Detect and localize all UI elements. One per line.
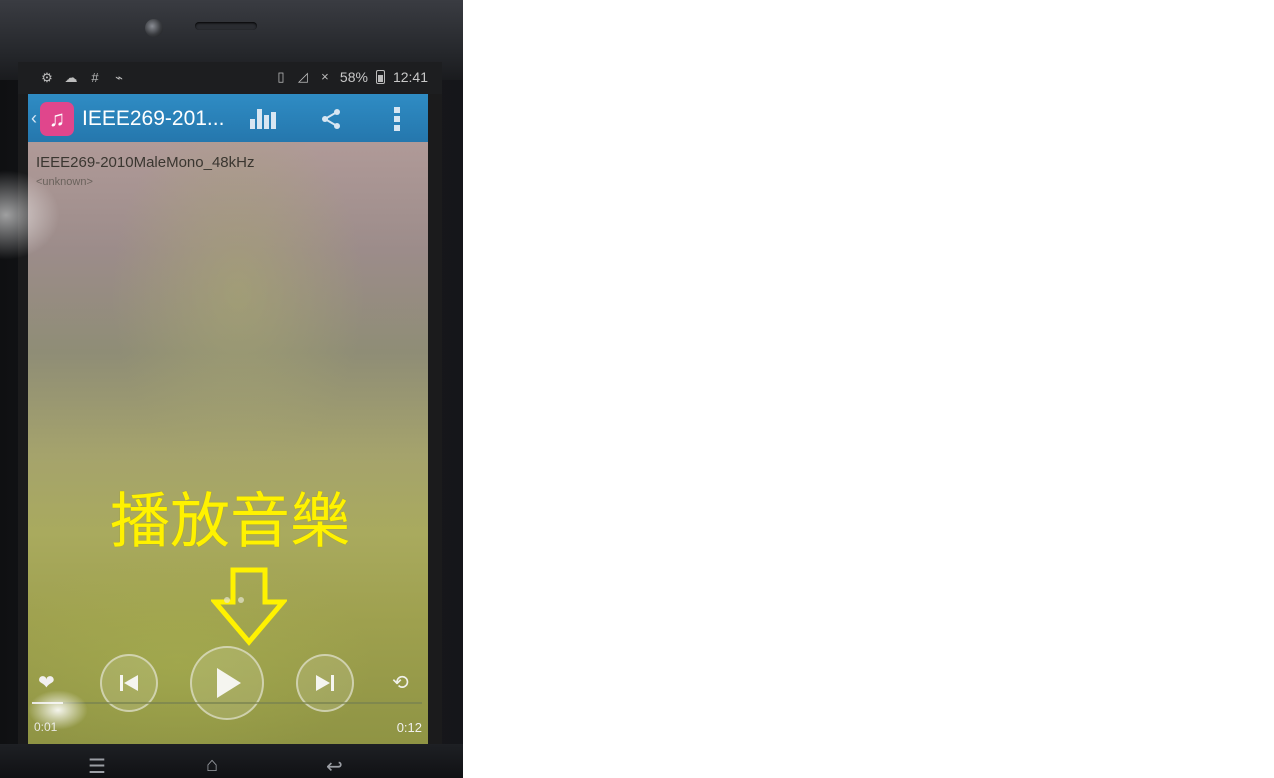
play-icon [217, 668, 241, 698]
overlay-caption: 播放音樂 [110, 487, 350, 557]
track-title: IEEE269-2010MaleMono_48kHz [36, 154, 255, 171]
settings-status-icon: ⚙ [41, 70, 53, 85]
equalizer-icon [250, 109, 276, 129]
skip-previous-icon [120, 675, 138, 691]
page-dot [224, 597, 230, 603]
back-chevron-icon[interactable]: ‹ [31, 108, 37, 129]
down-arrow-annotation-icon [211, 567, 287, 646]
usb-status-icon: ⌁ [115, 70, 123, 85]
music-app-icon[interactable]: ♫ [40, 102, 74, 136]
phone-photo: ⚙ ☁ # ⌁ ▯ ◿ × 58% 12:41 ‹ ♫ IEEE269-201.… [0, 0, 463, 778]
cloud-status-icon: ☁ [64, 70, 78, 85]
play-button[interactable] [190, 646, 264, 720]
earpiece-speaker [195, 22, 257, 30]
navigation-bar: ☰ ⌂ ↩ [0, 744, 463, 778]
share-icon [322, 109, 340, 129]
menu-icon[interactable]: ☰ [88, 754, 106, 778]
playback-controls: ❤ ⟲ [28, 642, 428, 722]
page-dot [238, 597, 244, 603]
front-camera [145, 19, 163, 37]
skip-next-icon [316, 675, 334, 691]
status-bar: ⚙ ☁ # ⌁ ▯ ◿ × 58% 12:41 [18, 62, 442, 94]
hash-status-icon: # [91, 70, 99, 85]
clock: 12:41 [392, 69, 428, 85]
share-button[interactable] [314, 102, 348, 136]
phone-screen: ⚙ ☁ # ⌁ ▯ ◿ × 58% 12:41 ‹ ♫ IEEE269-201.… [18, 62, 442, 744]
track-duration: 0:12 [396, 720, 422, 735]
overflow-menu-button[interactable] [380, 102, 414, 136]
repeat-icon[interactable]: ⟲ [392, 670, 409, 695]
signal-off-status-icon: × [321, 69, 329, 84]
screen-glare [28, 690, 88, 730]
home-icon[interactable]: ⌂ [206, 754, 218, 777]
vibrate-status-icon: ▯ [277, 69, 285, 84]
action-bar-title: IEEE269-201... [82, 107, 225, 130]
now-playing-area: IEEE269-2010MaleMono_48kHz <unknown> 播放音… [28, 142, 428, 744]
page-indicator [224, 597, 244, 603]
more-vertical-icon [394, 107, 400, 131]
back-icon[interactable]: ↩ [326, 754, 343, 778]
screen-glare [0, 170, 60, 260]
seek-bar[interactable] [32, 702, 422, 704]
action-bar: ‹ ♫ IEEE269-201... [28, 94, 428, 142]
no-signal-status-icon: ◿ [297, 69, 308, 84]
equalizer-button[interactable] [246, 102, 280, 136]
battery-percent: 58% [339, 69, 368, 85]
battery-icon [375, 70, 385, 84]
